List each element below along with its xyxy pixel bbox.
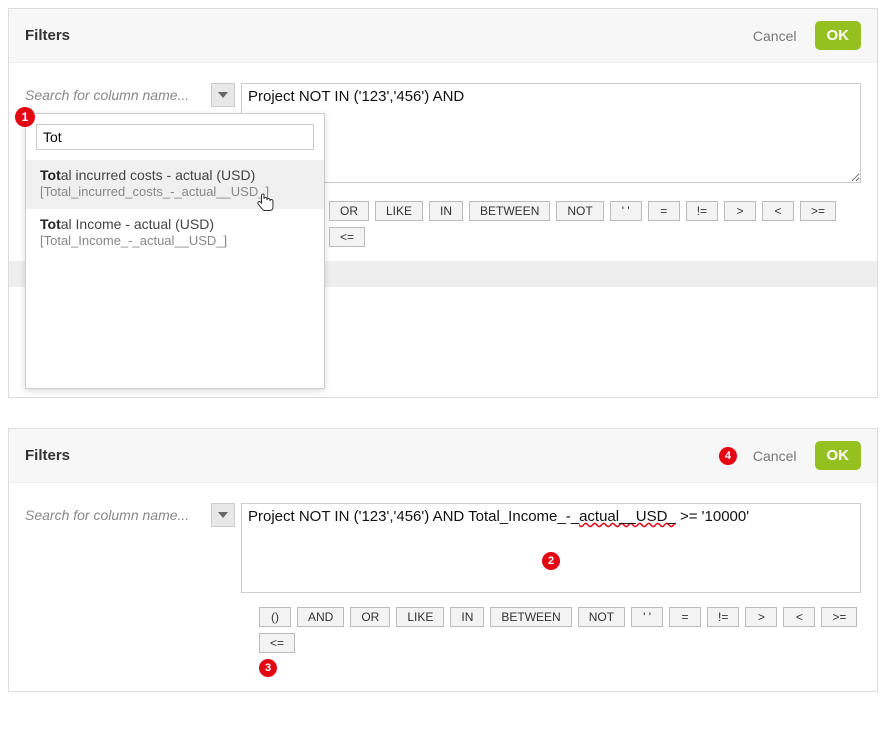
callout-1: 1 xyxy=(15,107,35,127)
operator-button[interactable]: NOT xyxy=(556,201,603,221)
operator-button[interactable]: = xyxy=(648,201,680,221)
cancel-button[interactable]: Cancel xyxy=(747,27,803,45)
operator-button[interactable]: > xyxy=(745,607,777,627)
panel-header: Filters Cancel OK xyxy=(9,9,877,63)
operator-button[interactable]: < xyxy=(762,201,794,221)
operator-button[interactable]: BETWEEN xyxy=(490,607,571,627)
chevron-down-icon xyxy=(218,512,228,518)
filters-panel-2: Filters 4 Cancel OK Search for column na… xyxy=(8,428,878,692)
operator-button[interactable]: AND xyxy=(297,607,344,627)
operator-button[interactable]: = xyxy=(669,607,701,627)
operator-button[interactable]: IN xyxy=(450,607,484,627)
callout-2: 2 xyxy=(542,552,560,570)
autocomplete-search-input[interactable] xyxy=(36,124,314,150)
callout-3: 3 xyxy=(259,659,277,677)
ok-button[interactable]: OK xyxy=(815,441,862,470)
autocomplete-item[interactable]: Total Income - actual (USD)[Total_Income… xyxy=(26,209,324,258)
operator-button[interactable]: != xyxy=(686,201,718,221)
autocomplete-item[interactable]: Total incurred costs - actual (USD)[Tota… xyxy=(26,160,324,209)
panel-title: Filters xyxy=(25,27,747,44)
expr-part: >= '10000' xyxy=(676,508,749,525)
column-dropdown-toggle[interactable] xyxy=(211,503,235,527)
panel-title: Filters xyxy=(25,447,719,464)
ok-button[interactable]: OK xyxy=(815,21,862,50)
expr-part: Project NOT IN ('123','456') AND Total_I… xyxy=(248,508,579,525)
operator-button[interactable]: ' ' xyxy=(610,201,642,221)
operator-button[interactable]: ' ' xyxy=(631,607,663,627)
operator-button[interactable]: () xyxy=(259,607,291,627)
column-dropdown-toggle[interactable] xyxy=(211,83,235,107)
cancel-button[interactable]: Cancel xyxy=(747,447,803,465)
operator-button[interactable]: >= xyxy=(821,607,857,627)
filters-panel-1: Filters Cancel OK Search for column name… xyxy=(8,8,878,398)
panel-header: Filters 4 Cancel OK xyxy=(9,429,877,483)
operator-button[interactable]: BETWEEN xyxy=(469,201,550,221)
operator-button[interactable]: <= xyxy=(329,227,365,247)
autocomplete-dropdown: Total incurred costs - actual (USD)[Tota… xyxy=(25,113,325,389)
expr-underlined: actual__USD_ xyxy=(579,508,676,525)
callout-4: 4 xyxy=(719,447,737,465)
operator-button[interactable]: != xyxy=(707,607,739,627)
operator-button[interactable]: OR xyxy=(350,607,390,627)
filter-body: Search for column name... Project NOT IN… xyxy=(9,483,877,603)
chevron-down-icon xyxy=(218,92,228,98)
filter-body: Search for column name... 1 Total incurr… xyxy=(9,63,877,193)
operator-button[interactable]: IN xyxy=(429,201,463,221)
operator-button[interactable]: >= xyxy=(800,201,836,221)
search-placeholder-text: Search for column name... xyxy=(25,83,205,103)
filter-expression-textarea[interactable]: Project NOT IN ('123','456') AND Total_I… xyxy=(241,503,861,593)
operator-button[interactable]: LIKE xyxy=(396,607,444,627)
operator-button[interactable]: LIKE xyxy=(375,201,423,221)
operator-row: () AND OR LIKE IN BETWEEN NOT ' ' = != > < >= <= xyxy=(259,607,861,653)
search-placeholder-text: Search for column name... xyxy=(25,503,205,523)
operator-button[interactable]: OR xyxy=(329,201,369,221)
operator-button[interactable]: < xyxy=(783,607,815,627)
operator-button[interactable]: NOT xyxy=(578,607,625,627)
operator-button[interactable]: > xyxy=(724,201,756,221)
operator-button[interactable]: <= xyxy=(259,633,295,653)
filter-expression-textarea[interactable] xyxy=(241,83,861,183)
